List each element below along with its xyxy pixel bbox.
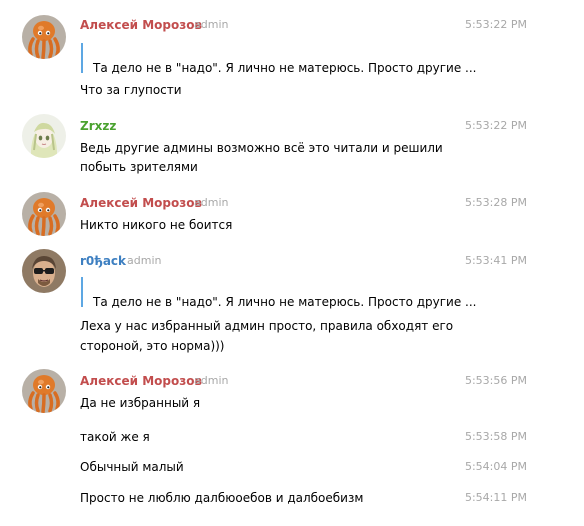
- admin-badge: admin: [194, 374, 229, 387]
- anime-girl-avatar[interactable]: [22, 114, 66, 158]
- message-time: 5:53:22 PM: [464, 119, 527, 132]
- admin-badge: admin: [127, 254, 162, 267]
- message-text: Никто никого не боится: [80, 218, 233, 232]
- author-name[interactable]: Алексей Морозов: [80, 195, 202, 211]
- message-time: 5:53:58 PM: [464, 430, 527, 443]
- message-text: такой же я: [80, 430, 150, 444]
- author-name[interactable]: Алексей Морозов: [80, 373, 202, 389]
- message-time: 5:53:22 PM: [464, 18, 527, 31]
- message-text: Да не избранный я: [80, 396, 201, 410]
- author-name[interactable]: Zrxzz: [80, 118, 116, 134]
- reply-preview[interactable]: Та дело не в "надо". Я лично не матерюсь…: [81, 277, 476, 309]
- octopus-avatar[interactable]: [22, 369, 66, 413]
- message-time: 5:54:04 PM: [464, 460, 527, 473]
- reply-preview-text: Та дело не в "надо". Я лично не матерюсь…: [93, 61, 477, 75]
- message-text: Леха у нас избранный админ просто, прави…: [80, 319, 454, 333]
- message-text: Просто не люблю далбюоебов и далбоебизм: [80, 491, 364, 505]
- octopus-avatar[interactable]: [22, 192, 66, 236]
- message-list: Алексей Морозов admin 5:53:22 PM Та дело…: [0, 0, 584, 526]
- reply-preview-text: Та дело не в "надо". Я лично не матерюсь…: [93, 295, 477, 309]
- admin-badge: admin: [194, 18, 229, 31]
- message-text: Что за глупости: [80, 83, 182, 97]
- message-time: 5:53:41 PM: [464, 254, 527, 267]
- admin-badge: admin: [194, 196, 229, 209]
- author-name[interactable]: Алексей Морозов: [80, 17, 202, 33]
- message-text: Обычный малый: [80, 460, 184, 474]
- message-text: Ведь другие админы возможно всё это чита…: [80, 141, 443, 155]
- author-name[interactable]: r0ђack: [80, 253, 126, 269]
- message-time: 5:53:56 PM: [464, 374, 527, 387]
- message-text: побыть зрителями: [80, 160, 198, 174]
- octopus-avatar[interactable]: [22, 15, 66, 59]
- message-time: 5:54:11 PM: [464, 491, 527, 504]
- message-text: стороной, это норма))): [80, 339, 225, 353]
- message-time: 5:53:28 PM: [464, 196, 527, 209]
- sunglasses-man-avatar[interactable]: [22, 249, 66, 293]
- reply-preview[interactable]: Та дело не в "надо". Я лично не матерюсь…: [81, 43, 476, 75]
